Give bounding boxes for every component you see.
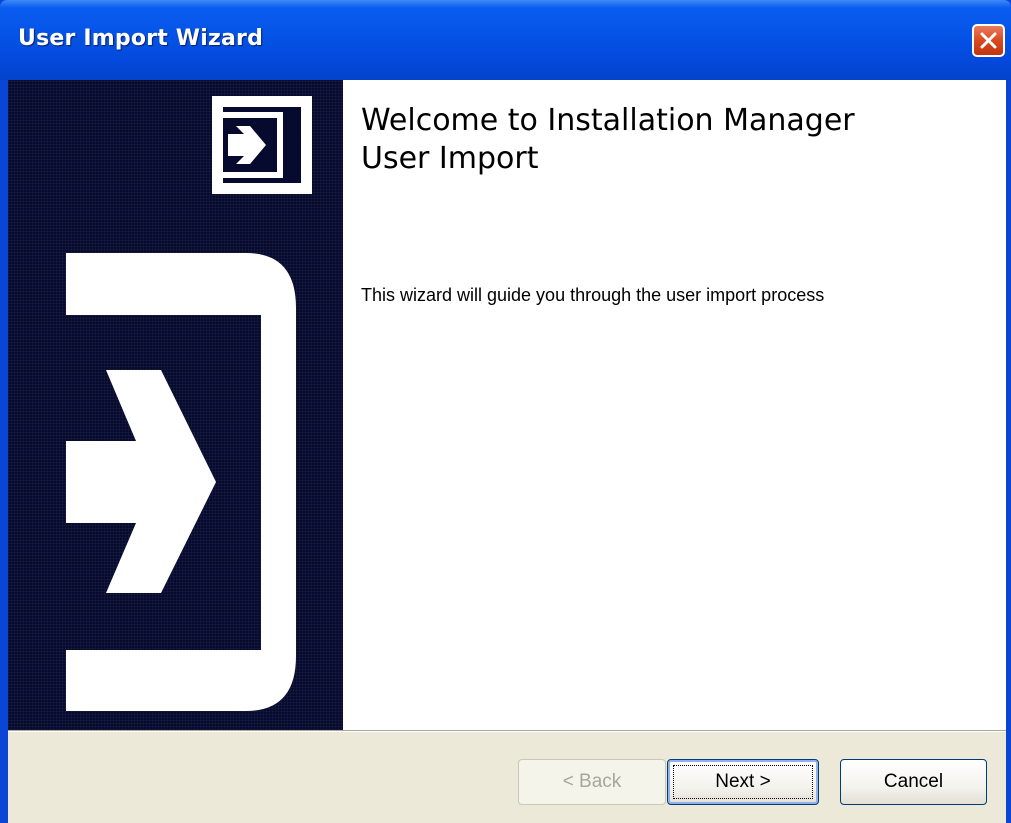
import-arrow-icon	[212, 96, 312, 194]
welcome-title: Welcome to Installation Manager User Imp…	[361, 102, 981, 178]
wizard-banner	[8, 80, 343, 730]
window-frame-right	[1006, 80, 1011, 823]
title-bar[interactable]: User Import Wizard	[0, 0, 1011, 80]
import-arrow-large-icon	[66, 253, 296, 711]
wizard-window: User Import Wizard Welcome to Installati…	[0, 0, 1011, 823]
close-icon	[980, 32, 997, 49]
window-title: User Import Wizard	[18, 26, 264, 51]
cancel-button[interactable]: Cancel	[840, 759, 987, 805]
wizard-button-bar: < Back Next > Cancel	[8, 730, 1006, 823]
window-frame-left	[0, 80, 8, 823]
back-button[interactable]: < Back	[518, 759, 666, 805]
welcome-title-line1: Welcome to Installation Manager	[361, 103, 855, 138]
close-button[interactable]	[972, 24, 1005, 57]
welcome-title-line2: User Import	[361, 141, 539, 176]
wizard-description: This wizard will guide you through the u…	[361, 285, 825, 305]
wizard-content: Welcome to Installation Manager User Imp…	[343, 80, 1006, 730]
next-button[interactable]: Next >	[667, 759, 819, 805]
